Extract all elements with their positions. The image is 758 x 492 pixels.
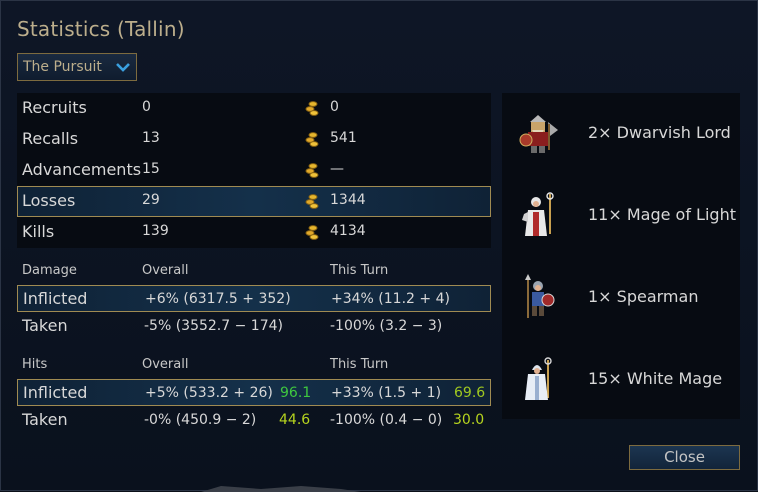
damage-turn-value: +34% (11.2 + 4) [331,291,450,307]
gold-coins-icon [305,194,319,209]
white-mage-sprite-icon [525,357,552,400]
hits-turn-percent: 30.0 [453,412,485,428]
gold-coins-icon [305,225,319,240]
hits-row-label: Taken [22,410,68,429]
dialog-title: Statistics (Tallin) [17,17,185,41]
chevron-down-icon [116,63,130,72]
spearman-sprite-icon [525,274,555,318]
hits-turn-value: +33% (1.5 + 1) [331,385,442,401]
summary-count: 13 [142,130,160,146]
unit-name: 11× Mage of Light [588,205,736,224]
summary-count: 0 [142,99,151,115]
gold-coins-icon [305,163,319,178]
summary-row-losses: Losses 29 1344 [17,186,491,217]
unit-row-white-mage: 15× White Mage [502,339,740,421]
unit-name: 2× Dwarvish Lord [588,123,731,142]
summary-gold: 0 [330,99,339,115]
hits-turn-header: This Turn [330,357,389,372]
unit-row-mage-of-light: 11× Mage of Light [502,175,740,257]
hits-overall-value: -0% (450.9 − 2) [144,412,257,428]
hits-turn-percent: 69.6 [454,385,486,401]
damage-header: Damage [22,263,77,278]
hits-overall-header: Overall [142,357,189,372]
summary-row-kills: Kills 139 4134 [17,217,491,248]
unit-name: 1× Spearman [588,287,699,306]
dwarvish-lord-sprite-icon [519,115,558,153]
hits-taken-row: Taken -0% (450.9 − 2) 44.6 -100% (0.4 − … [17,407,491,434]
summary-gold: 1344 [330,192,366,208]
unit-row-spearman: 1× Spearman [502,257,740,339]
summary-label: Losses [22,191,76,210]
units-panel: 2× Dwarvish Lord 11× Mage of Light 1× Sp… [502,93,740,419]
summary-gold: 4134 [330,223,366,239]
damage-row-label: Inflicted [23,289,88,308]
summary-count: 15 [142,161,160,177]
scenario-dropdown[interactable]: The Pursuit [17,53,137,81]
damage-taken-row: Taken -5% (3552.7 − 174) -100% (3.2 − 3) [17,313,491,340]
hits-header: Hits [22,357,48,372]
gold-coins-icon [305,132,319,147]
hits-overall-percent: 44.6 [279,412,311,428]
hits-overall-percent: 96.1 [280,385,312,401]
hits-row-label: Inflicted [23,383,88,402]
damage-overall-value: +6% (6317.5 + 352) [145,291,291,307]
summary-row-recruits: Recruits 0 0 [17,93,491,124]
summary-row-advancements: Advancements 15 — [17,155,491,186]
summary-count: 139 [142,223,169,239]
summary-label: Recalls [22,129,79,148]
hits-turn-value: -100% (0.4 − 0) [330,412,443,428]
summary-gold: 541 [330,130,357,146]
damage-inflicted-row: Inflicted +6% (6317.5 + 352) +34% (11.2 … [17,285,491,312]
gold-coins-icon [305,101,319,116]
hits-inflicted-row: Inflicted +5% (533.2 + 26) 96.1 +33% (1.… [17,379,491,406]
damage-row-label: Taken [22,316,68,335]
summary-panel: Recruits 0 0 Recalls 13 541 Advancements… [17,93,491,248]
summary-label: Kills [22,222,55,241]
mage-of-light-sprite-icon [522,192,554,236]
unit-row-dwarvish-lord: 2× Dwarvish Lord [502,93,740,175]
statistics-dialog: Statistics (Tallin) The Pursuit Recruits… [0,0,758,492]
summary-label: Advancements [22,160,142,179]
damage-turn-value: -100% (3.2 − 3) [330,318,443,334]
summary-label: Recruits [22,98,87,117]
summary-count: 29 [142,192,160,208]
damage-turn-header: This Turn [330,263,389,278]
unit-name: 15× White Mage [588,369,723,388]
summary-gold: — [330,161,344,177]
damage-overall-header: Overall [142,263,189,278]
scenario-dropdown-value: The Pursuit [23,59,102,75]
damage-overall-value: -5% (3552.7 − 174) [144,318,283,334]
close-button[interactable]: Close [629,445,740,470]
hits-overall-value: +5% (533.2 + 26) [145,385,273,401]
summary-row-recalls: Recalls 13 541 [17,124,491,155]
